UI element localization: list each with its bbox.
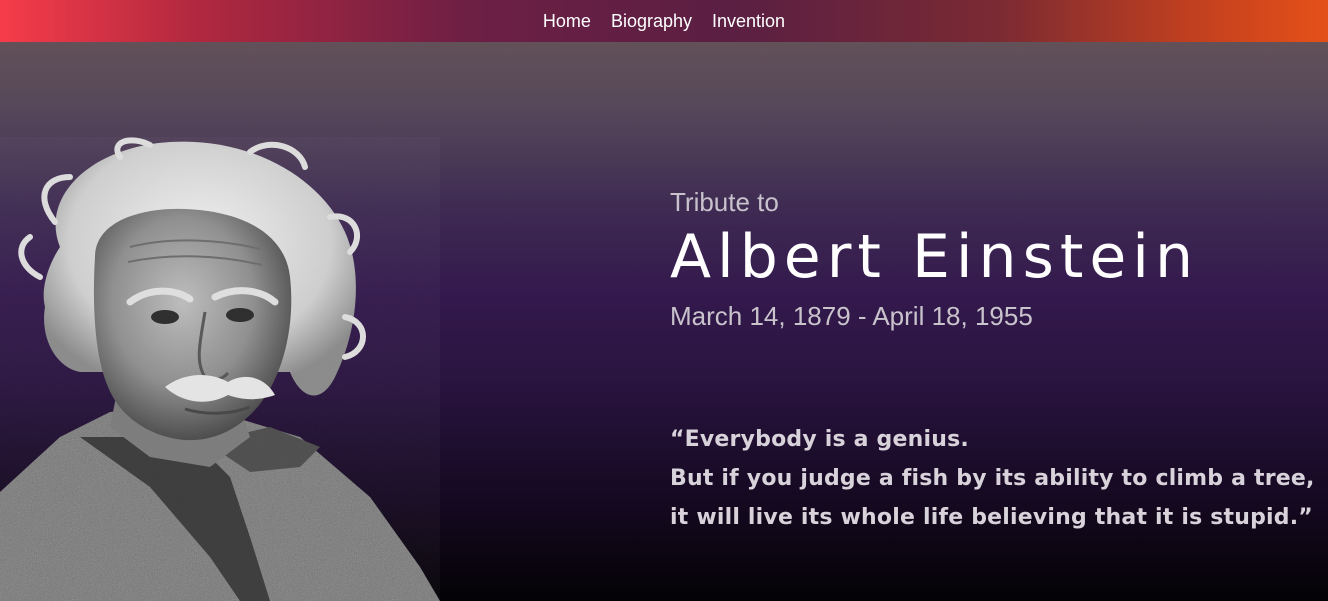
life-dates: March 14, 1879 - April 18, 1955 bbox=[670, 301, 1033, 331]
einstein-quote: “Everybody is a genius. But if you judge… bbox=[670, 420, 1320, 537]
tribute-subtitle: Tribute to bbox=[670, 187, 779, 217]
nav-link-home[interactable]: Home bbox=[533, 0, 601, 42]
einstein-portrait-image bbox=[0, 137, 440, 601]
nav-link-biography[interactable]: Biography bbox=[601, 0, 702, 42]
quote-line-1: “Everybody is a genius. bbox=[670, 427, 969, 452]
page-title: Albert Einstein bbox=[670, 222, 1199, 292]
hero-section: Tribute to Albert Einstein March 14, 187… bbox=[0, 42, 1328, 601]
quote-line-3: it will live its whole life believing th… bbox=[670, 505, 1313, 530]
tribute-heading-block: Tribute to Albert Einstein March 14, 187… bbox=[670, 187, 1310, 331]
quote-line-2: But if you judge a fish by its ability t… bbox=[670, 466, 1315, 491]
top-navbar: Home Biography Invention bbox=[0, 0, 1328, 42]
nav-link-invention[interactable]: Invention bbox=[702, 0, 795, 42]
